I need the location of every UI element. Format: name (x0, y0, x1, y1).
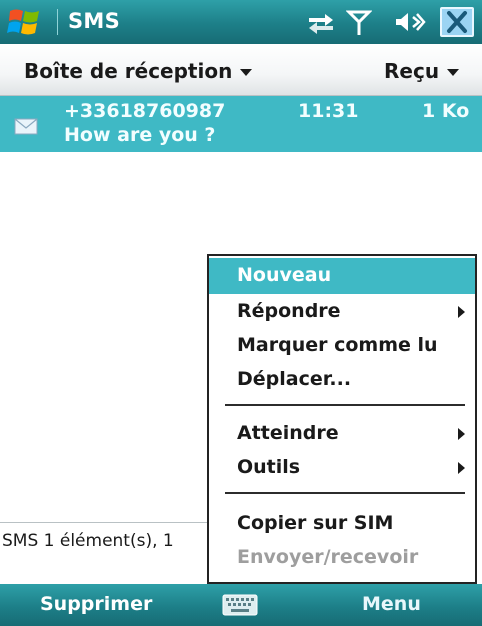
context-menu: Nouveau Répondre Marquer comme lu Déplac… (207, 254, 477, 584)
status-bar: SMS 1 élément(s), 1 (0, 522, 220, 559)
windows-start-icon[interactable] (6, 5, 46, 39)
envelope-icon (14, 118, 38, 135)
chevron-down-icon (447, 69, 460, 76)
menu-item-label: Nouveau (237, 264, 332, 286)
menu-item-label: Outils (237, 456, 301, 478)
menu-item-label: Atteindre (237, 422, 339, 444)
close-icon (447, 11, 467, 33)
menu-item-nouveau[interactable]: Nouveau (209, 258, 475, 294)
menu-item-marquer-comme-lu[interactable]: Marquer comme lu (209, 328, 475, 364)
chevron-right-icon (458, 462, 465, 474)
keyboard-icon[interactable] (222, 594, 258, 616)
menu-item-label: Marquer comme lu (237, 334, 438, 356)
folder-dropdown[interactable]: Boîte de réception (24, 59, 253, 83)
message-time: 11:31 (298, 100, 359, 122)
chevron-down-icon (240, 69, 253, 76)
chevron-right-icon (458, 428, 465, 440)
menu-item-label: Déplacer... (237, 368, 352, 390)
menu-separator (225, 404, 465, 406)
message-size: 1 Ko (422, 100, 470, 122)
status-text: SMS 1 élément(s), 1 (2, 531, 174, 551)
menu-item-repondre[interactable]: Répondre (209, 294, 475, 330)
volume-icon[interactable] (392, 8, 426, 36)
supprimer-softkey[interactable]: Supprimer (40, 593, 152, 615)
menu-item-atteindre[interactable]: Atteindre (209, 416, 475, 452)
title-bar: SMS (0, 0, 482, 44)
app-title: SMS (68, 9, 121, 33)
list-header: Boîte de réception Reçu (0, 44, 482, 96)
message-sender: +33618760987 (64, 100, 226, 122)
menu-item-label: Envoyer/recevoir (237, 546, 419, 568)
sort-label: Reçu (384, 59, 440, 83)
menu-item-outils[interactable]: Outils (209, 450, 475, 486)
softkey-bar: Supprimer Menu (0, 584, 482, 626)
signal-icon[interactable] (346, 8, 372, 36)
folder-label: Boîte de réception (24, 59, 233, 83)
menu-softkey[interactable]: Menu (362, 593, 421, 615)
close-button[interactable] (440, 7, 474, 37)
message-preview: How are you ? (64, 124, 216, 146)
menu-item-label: Répondre (237, 300, 341, 322)
menu-item-deplacer[interactable]: Déplacer... (209, 362, 475, 398)
menu-separator (225, 492, 465, 494)
title-separator (57, 9, 58, 35)
menu-item-envoyer-recevoir: Envoyer/recevoir (209, 540, 475, 576)
menu-item-copier-sur-sim[interactable]: Copier sur SIM (209, 506, 475, 542)
message-list-item[interactable]: +33618760987 11:31 1 Ko How are you ? (0, 96, 482, 152)
sort-dropdown[interactable]: Reçu (384, 59, 460, 83)
connectivity-icon[interactable] (305, 8, 337, 36)
menu-item-label: Copier sur SIM (237, 512, 394, 534)
chevron-right-icon (458, 306, 465, 318)
